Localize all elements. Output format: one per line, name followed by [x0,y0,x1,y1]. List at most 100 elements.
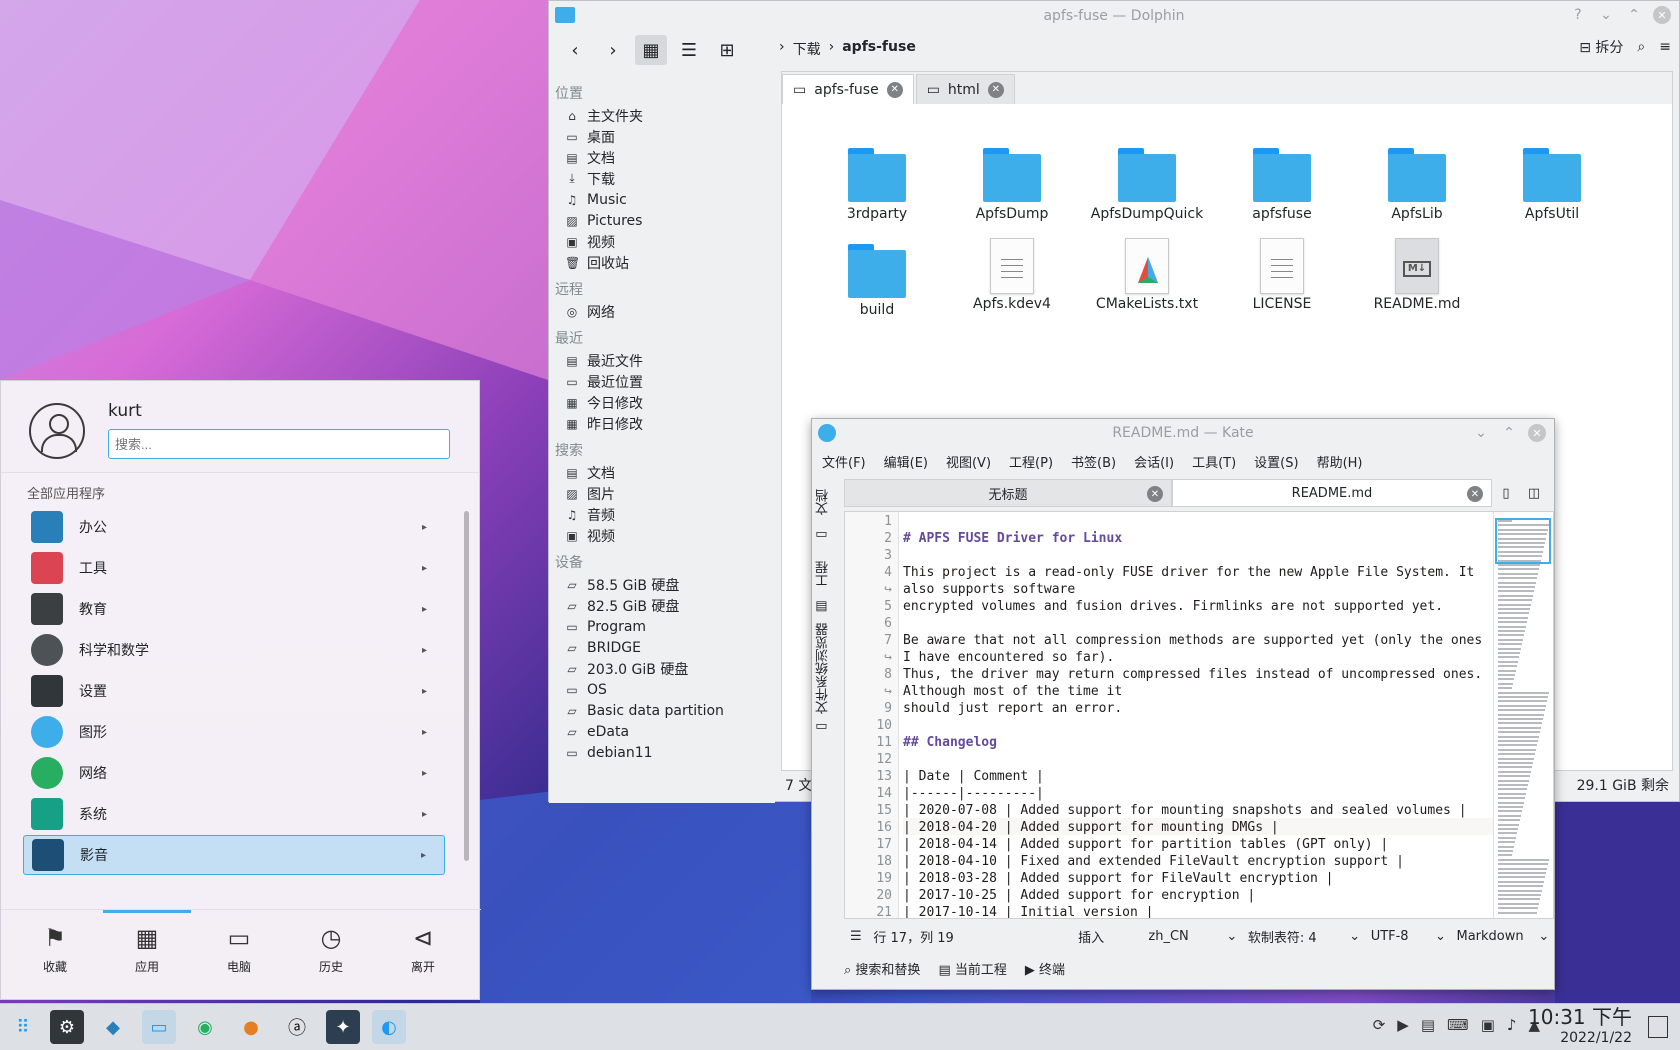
side-tab-projects[interactable]: 工程 [814,553,840,595]
close-tab-icon[interactable]: ✕ [1147,486,1163,502]
close-icon[interactable]: ✕ [1528,424,1546,442]
firefox-icon[interactable]: ● [234,1010,268,1044]
tab-apfs-fuse[interactable]: ▭ apfs-fuse ✕ [782,74,914,104]
menu-sessions[interactable]: 会话(I) [1134,452,1174,471]
launcher-search-input[interactable] [108,429,450,459]
menu-project[interactable]: 工程(P) [1009,452,1053,471]
launcher-scrollbar[interactable] [464,511,469,861]
file-item[interactable]: build [817,244,937,318]
places-item[interactable]: ▭ 最近位置 [555,371,769,392]
menu-bookmarks[interactable]: 书签(B) [1071,452,1116,471]
sidebar-toggle-icon[interactable]: ☰ [844,929,873,944]
tab-leave[interactable]: ⊲ 离开 [393,924,453,975]
places-item[interactable]: ▱ 58.5 GiB 硬盘 [555,574,769,595]
category-education[interactable]: 教育 ▸ [23,589,445,629]
category-multimedia[interactable]: 影音 ▸ [23,835,445,875]
dolphin-titlebar[interactable]: apfs-fuse — Dolphin ? ⌄ ⌃ ✕ [549,1,1679,31]
details-view-button[interactable]: ⊞ [711,35,743,65]
file-item[interactable]: ApfsDumpQuick [1087,148,1207,222]
input-mode[interactable]: 插入 [1078,927,1148,946]
current-project-button[interactable]: ▤ 当前工程 [938,959,1006,978]
cursor-position[interactable]: 行 17，列 19 [873,927,1078,946]
places-item[interactable]: ▣ 视频 [555,525,769,546]
close-tab-icon[interactable]: ✕ [886,81,903,98]
category-graphics[interactable]: 图形 ▸ [23,712,445,752]
code-area[interactable]: # APFS FUSE Driver for Linux This project… [903,512,1499,918]
tab-applications[interactable]: ▦ 应用 [117,924,177,975]
places-item[interactable]: ▦ 昨日修改 [555,413,769,434]
category-internet[interactable]: 网络 ▸ [23,753,445,793]
kate-titlebar[interactable]: README.md — Kate ⌄ ⌃ ✕ [812,419,1554,447]
menu-help[interactable]: 帮助(H) [1317,452,1363,471]
side-tab-documents[interactable]: 文档 [814,481,840,523]
places-item[interactable]: ▨ 图片 [555,483,769,504]
forward-button[interactable]: › [597,35,629,65]
file-item[interactable]: apfsfuse [1222,148,1342,222]
minimap[interactable] [1493,512,1551,918]
places-item[interactable]: ⤓ 下载 [555,168,769,189]
close-tab-icon[interactable]: ✕ [987,81,1004,98]
update-icon[interactable]: ⟳ [1373,1016,1386,1034]
minimize-icon[interactable]: ⌄ [1472,424,1490,442]
places-item[interactable]: ▱ eData [555,721,769,742]
breadcrumb-current[interactable]: apfs-fuse [842,39,916,59]
help-icon[interactable]: ? [1569,6,1587,24]
code-editor[interactable]: 1 2 3 4 ↪ 5 6 7 ↪ 8 ↪ 9 10 11 12 13 14 15 16 17 18 19 20 21 # A… [844,511,1554,919]
tab-html[interactable]: ▭ html ✕ [915,74,1015,104]
globe-icon[interactable]: ◉ [188,1010,222,1044]
back-button[interactable]: ‹ [559,35,591,65]
volume-icon[interactable]: ♪ [1507,1016,1517,1034]
compact-view-button[interactable]: ☰ [673,35,705,65]
places-item[interactable]: ▱ 203.0 GiB 硬盘 [555,658,769,679]
dolphin-task-icon[interactable]: ▭ [142,1010,176,1044]
hamburger-menu-icon[interactable]: ≡ [1659,39,1671,55]
menu-edit[interactable]: 编辑(E) [884,452,928,471]
places-item[interactable]: ▱ 82.5 GiB 硬盘 [555,595,769,616]
category-system[interactable]: 系统 ▸ [23,794,445,834]
icons-view-button[interactable]: ▦ [635,35,667,65]
close-icon[interactable]: ✕ [1653,6,1671,24]
file-item[interactable]: CMakeLists.txt [1087,238,1207,312]
places-item[interactable]: ♫ Music [555,189,769,210]
tab-untitled[interactable]: 无标题 ✕ [844,479,1172,507]
file-item[interactable]: 3rdparty [817,148,937,222]
file-item[interactable]: ApfsLib [1357,148,1477,222]
places-item[interactable]: ▭ 桌面 [555,126,769,147]
category-science[interactable]: 科学和数学 ▸ [23,630,445,670]
system-settings-icon[interactable]: ⚙ [50,1010,84,1044]
category-office[interactable]: 办公 ▸ [23,507,445,547]
places-item[interactable]: ◎ 网络 [555,301,769,322]
split-button[interactable]: ⊟ 拆分 [1579,37,1623,57]
places-item[interactable]: ♫ 音频 [555,504,769,525]
places-item[interactable]: ▭ debian11 [555,742,769,763]
places-item[interactable]: ▦ 今日修改 [555,392,769,413]
show-desktop-icon[interactable] [1648,1016,1668,1038]
new-document-icon[interactable]: ▯ [1492,479,1520,507]
indent-setting[interactable]: 软制表符: 4 [1248,927,1349,946]
places-item[interactable]: 🗑 回收站 [555,252,769,273]
file-item[interactable]: Apfs.kdev4 [952,238,1072,312]
terminal-button[interactable]: ▶ 终端 [1025,959,1065,978]
places-item[interactable]: ▣ 视频 [555,231,769,252]
menu-settings[interactable]: 设置(S) [1254,452,1298,471]
keyboard-icon[interactable]: ⌨ [1447,1016,1469,1034]
side-tab-filesystem-browser[interactable]: 文件系统浏览器 [814,623,840,715]
split-view-icon[interactable]: ◫ [1520,479,1548,507]
places-item[interactable]: ⌂ 主文件夹 [555,105,769,126]
dictionary-lang[interactable]: zh_CN [1148,929,1226,944]
network-icon[interactable]: ▣ [1481,1016,1495,1034]
places-item[interactable]: ▤ 最近文件 [555,350,769,371]
syntax-mode[interactable]: Markdown [1457,929,1539,944]
tab-computer[interactable]: ▭ 电脑 [209,924,269,975]
maximize-icon[interactable]: ⌃ [1500,424,1518,442]
file-item[interactable]: ApfsDump [952,148,1072,222]
breadcrumb-item[interactable]: 下载 [793,39,821,59]
tab-favorites[interactable]: ⚑ 收藏 [25,924,85,975]
menu-view[interactable]: 视图(V) [946,452,991,471]
places-item[interactable]: ▤ 文档 [555,462,769,483]
file-item[interactable]: LICENSE [1222,238,1342,312]
places-item[interactable]: ▨ Pictures [555,210,769,231]
user-avatar-icon[interactable] [29,403,85,459]
menu-tools[interactable]: 工具(T) [1192,452,1236,471]
menu-file[interactable]: 文件(F) [822,452,866,471]
